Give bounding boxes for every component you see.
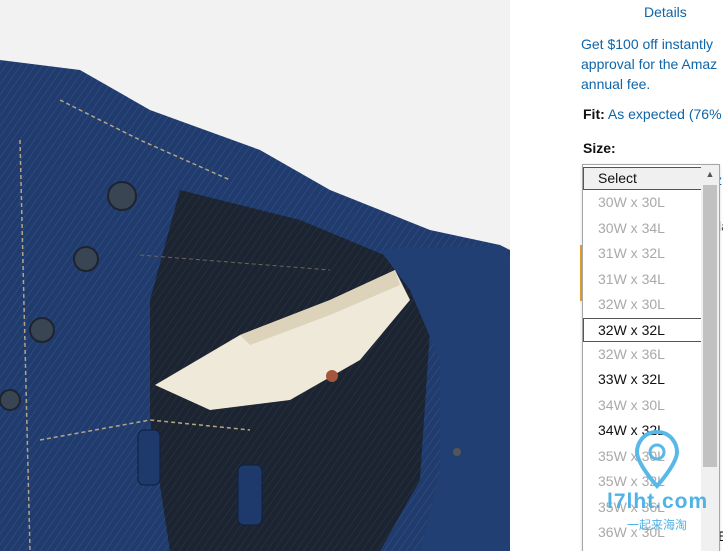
promo-line-1: Get $100 off instantly	[581, 36, 714, 52]
promo-line-3: annual fee.	[581, 76, 651, 92]
size-option[interactable]: 32W x 36L	[583, 342, 719, 368]
triangle-up-icon[interactable]: ▲	[701, 165, 719, 183]
jeans-photo	[0, 0, 510, 551]
size-option[interactable]: 32W x 32L	[583, 317, 707, 342]
size-option[interactable]: 30W x 30L	[583, 190, 719, 216]
size-option[interactable]: 33W x 32L	[583, 367, 719, 393]
fit-label: Fit:	[583, 106, 605, 122]
product-image[interactable]	[0, 0, 510, 551]
fit-row: Fit: As expected (76%	[583, 106, 722, 122]
size-option[interactable]: 31W x 34L	[583, 267, 719, 293]
size-option[interactable]: Select	[583, 167, 707, 190]
size-label: Size:	[583, 140, 616, 156]
watermark-subtext: 一起来海淘	[627, 518, 688, 532]
size-option[interactable]: 31W x 32L	[583, 241, 719, 267]
details-link[interactable]: Details	[644, 4, 687, 20]
credit-card-promo[interactable]: Get $100 off instantly approval for the …	[581, 34, 723, 94]
promo-line-2: approval for the Amaz	[581, 56, 718, 72]
fit-value-link[interactable]: As expected (76%	[608, 106, 722, 122]
site-watermark: l7lht.com 一起来海淘	[595, 429, 720, 545]
watermark-text: l7lht.com	[607, 490, 709, 513]
size-option[interactable]: 30W x 34L	[583, 216, 719, 242]
size-option[interactable]: 32W x 30L	[583, 292, 719, 318]
size-option[interactable]: 34W x 30L	[583, 393, 719, 419]
scroll-thumb[interactable]	[703, 185, 717, 467]
